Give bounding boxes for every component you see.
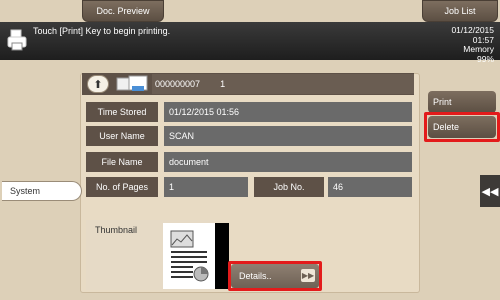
file-name-value: document <box>164 152 412 172</box>
user-name-value: SCAN <box>164 126 412 146</box>
job-no-value: 46 <box>328 177 412 197</box>
job-id-bar: 000000007 1 <box>152 74 414 94</box>
thumbnail-label: Thumbnail <box>95 225 138 235</box>
time-stored-value: 01/12/2015 01:56 <box>164 102 412 122</box>
job-count: 1 <box>220 79 226 89</box>
details-label: Details.. <box>239 271 272 281</box>
printer-icon <box>7 28 27 52</box>
tab-doc-preview[interactable]: Doc. Preview <box>82 0 164 22</box>
up-arrow-icon[interactable]: ⬆ <box>87 75 109 93</box>
pages-label: No. of Pages <box>86 177 158 197</box>
time-stored-label: Time Stored <box>86 102 158 122</box>
file-name-label: File Name <box>86 152 158 172</box>
job-id: 000000007 <box>155 79 201 89</box>
folder-icon <box>115 74 149 94</box>
job-no-label: Job No. <box>254 177 324 197</box>
print-button[interactable]: Print <box>428 91 496 113</box>
tab-job-list[interactable]: Job List <box>422 0 498 22</box>
status-info: 01/12/2015 01:57 Memory 99% <box>414 25 494 64</box>
right-arrow-icon: ▶▶ <box>301 269 315 282</box>
delete-button[interactable]: Delete <box>428 116 496 138</box>
user-name-label: User Name <box>86 126 158 146</box>
status-message: Touch [Print] Key to begin printing. <box>33 26 171 36</box>
memory-value: 99% <box>476 53 494 64</box>
system-tab[interactable]: System <box>2 181 82 201</box>
thumbnail-image <box>163 223 229 289</box>
details-button[interactable]: Details.. ▶▶ <box>231 264 319 288</box>
double-left-arrow-icon[interactable]: ◀◀ <box>480 175 500 207</box>
pages-value: 1 <box>164 177 248 197</box>
